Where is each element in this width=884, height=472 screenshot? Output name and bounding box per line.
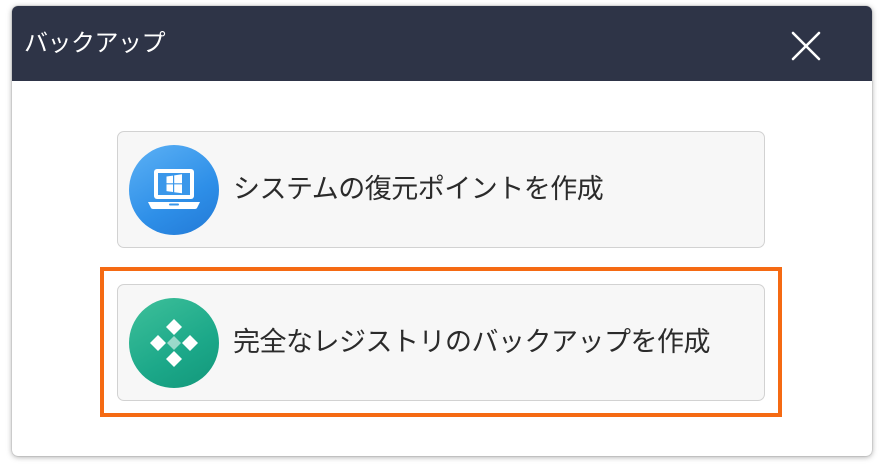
close-button[interactable] (784, 24, 828, 68)
registry-diamond-icon (129, 298, 219, 388)
registry-backup-label: 完全なレジストリのバックアップを作成 (233, 327, 711, 358)
dialog-titlebar: バックアップ (12, 6, 872, 81)
create-restore-point-button[interactable]: システムの復元ポイントを作成 (117, 131, 765, 248)
windows-laptop-icon (129, 145, 219, 235)
dialog-title: バックアップ (24, 29, 166, 57)
restore-point-label: システムの復元ポイントを作成 (233, 174, 604, 205)
backup-registry-button[interactable]: 完全なレジストリのバックアップを作成 (117, 284, 765, 401)
close-icon (791, 31, 821, 61)
backup-dialog: バックアップ システムの復元ポイントを作成 完全なレジストリのバックアップを作成 (12, 6, 872, 456)
